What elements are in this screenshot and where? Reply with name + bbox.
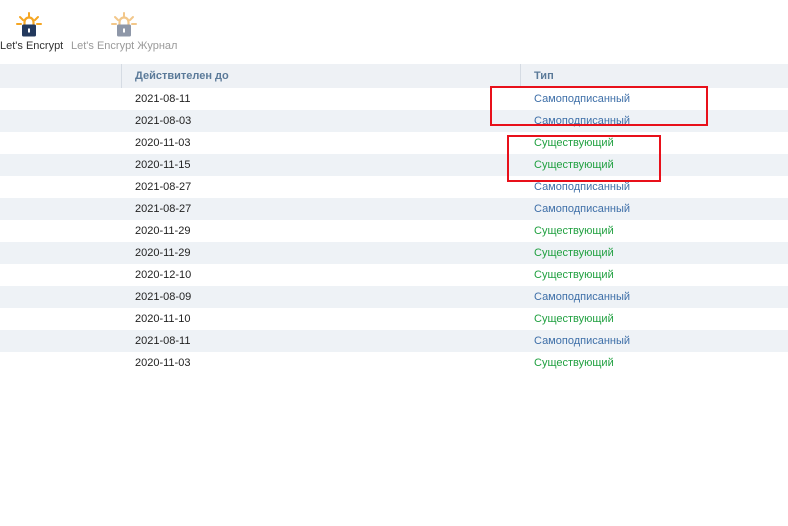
type-cell: Существующий <box>534 357 614 369</box>
table-row[interactable]: 2020-11-29 Существующий <box>0 220 788 242</box>
letsencrypt-log-button[interactable]: Let's Encrypt Журнал <box>71 12 179 56</box>
valid-until-cell: 2021-08-11 <box>135 335 191 347</box>
type-cell: Самоподписанный <box>534 203 631 215</box>
table-row[interactable]: 2020-11-03 Существующий <box>0 132 788 154</box>
column-header-valid-until[interactable]: Действителен до <box>135 64 229 88</box>
valid-until-cell: 2021-08-03 <box>135 115 192 127</box>
type-cell: Существующий <box>534 159 614 171</box>
type-cell: Существующий <box>534 137 614 149</box>
valid-until-cell: 2020-11-29 <box>135 225 191 237</box>
valid-until-cell: 2021-08-27 <box>135 203 192 215</box>
valid-until-cell: 2020-12-10 <box>135 269 192 281</box>
letsencrypt-button[interactable]: Let's Encrypt <box>0 12 64 56</box>
valid-until-cell: 2021-08-27 <box>135 181 192 193</box>
table-row[interactable]: 2020-11-15 Существующий <box>0 154 788 176</box>
type-cell: Существующий <box>534 269 614 281</box>
letsencrypt-log-label: Let's Encrypt Журнал <box>71 40 178 52</box>
column-header-type[interactable]: Тип <box>534 64 554 88</box>
valid-until-cell: 2020-11-03 <box>135 357 191 369</box>
table-row[interactable]: 2021-08-27 Самоподписанный <box>0 176 788 198</box>
valid-until-cell: 2021-08-09 <box>135 291 192 303</box>
lock-sun-icon <box>111 12 137 37</box>
table-row[interactable]: 2021-08-09 Самоподписанный <box>0 286 788 308</box>
table-row[interactable]: 2020-11-03 Существующий <box>0 352 788 374</box>
table-row[interactable]: 2021-08-27 Самоподписанный <box>0 198 788 220</box>
table-row[interactable]: 2021-08-03 Самоподписанный <box>0 110 788 132</box>
table-row[interactable]: 2020-11-29 Существующий <box>0 242 788 264</box>
page: Let's Encrypt Let's Encrypt Журнал Дейст… <box>0 0 788 526</box>
certificates-table: Действителен до Тип 2021-08-11 Самоподпис… <box>0 64 788 374</box>
valid-until-cell: 2021-08-11 <box>135 93 191 105</box>
column-separator[interactable] <box>121 64 122 88</box>
type-cell: Существующий <box>534 225 614 237</box>
letsencrypt-label: Let's Encrypt <box>0 40 64 52</box>
type-cell: Самоподписанный <box>534 291 631 303</box>
type-cell: Самоподписанный <box>534 115 631 127</box>
type-cell: Самоподписанный <box>534 181 631 193</box>
column-separator[interactable] <box>520 64 521 88</box>
table-header: Действителен до Тип <box>0 64 788 88</box>
valid-until-cell: 2020-11-03 <box>135 137 191 149</box>
toolbar: Let's Encrypt Let's Encrypt Журнал <box>0 0 788 60</box>
lock-sun-icon <box>16 12 42 37</box>
valid-until-cell: 2020-11-15 <box>135 159 191 171</box>
valid-until-cell: 2020-11-29 <box>135 247 191 259</box>
table-row[interactable]: 2021-08-11 Самоподписанный <box>0 330 788 352</box>
table-row[interactable]: 2020-11-10 Существующий <box>0 308 788 330</box>
table-row[interactable]: 2021-08-11 Самоподписанный <box>0 88 788 110</box>
type-cell: Самоподписанный <box>534 93 631 105</box>
type-cell: Существующий <box>534 247 614 259</box>
table-row[interactable]: 2020-12-10 Существующий <box>0 264 788 286</box>
type-cell: Существующий <box>534 313 614 325</box>
valid-until-cell: 2020-11-10 <box>135 313 191 325</box>
type-cell: Самоподписанный <box>534 335 631 347</box>
table-body: 2021-08-11 Самоподписанный 2021-08-03 Самоп… <box>0 88 788 374</box>
